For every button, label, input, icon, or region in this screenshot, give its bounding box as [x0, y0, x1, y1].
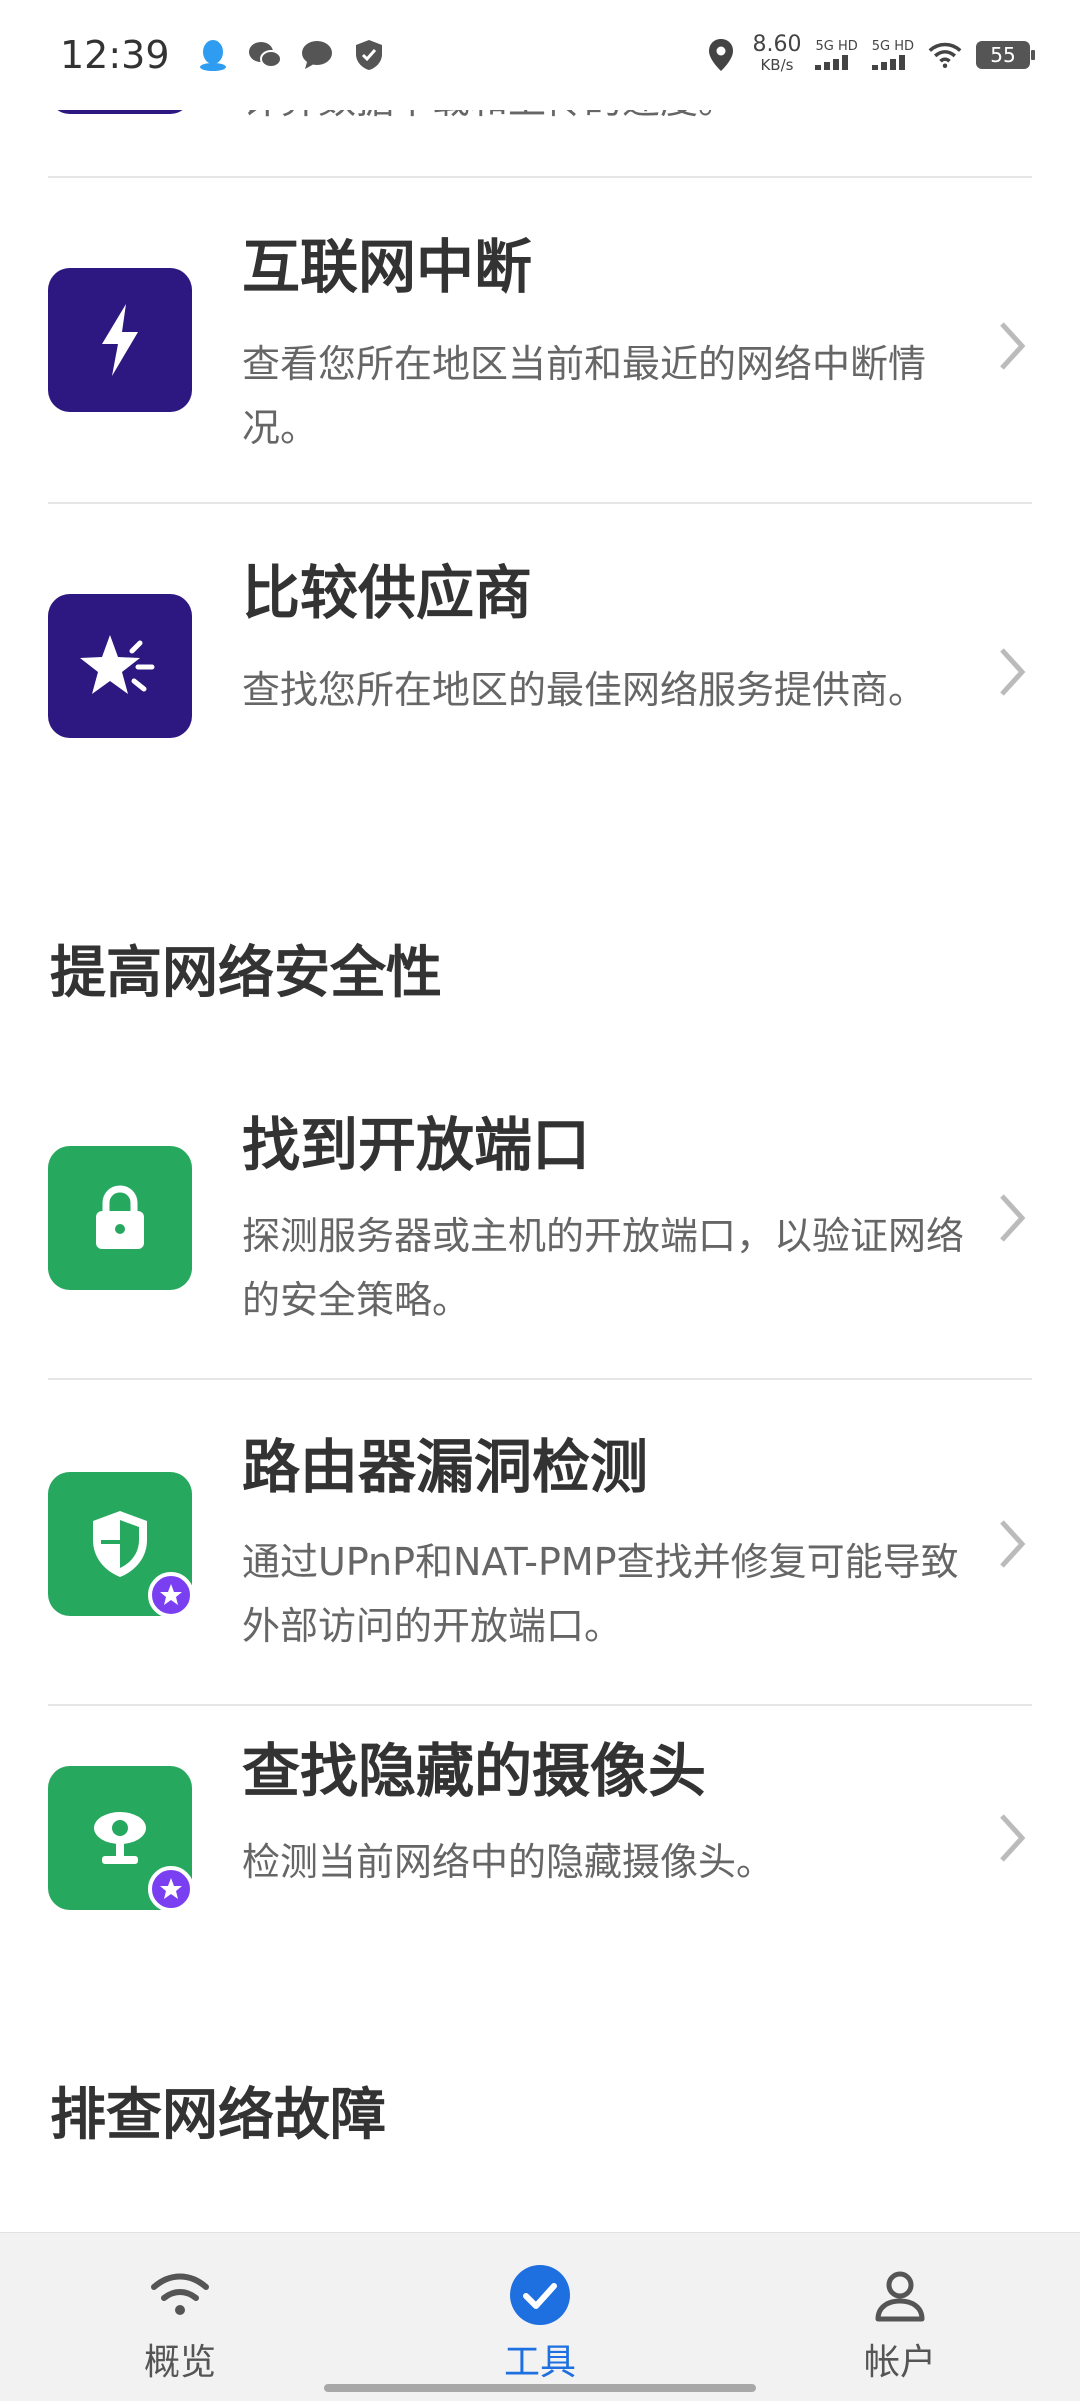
item-title: 互联网中断	[242, 233, 533, 301]
status-left: 12:39	[60, 33, 386, 77]
wifi-icon	[148, 2263, 212, 2327]
shield-icon	[48, 1472, 194, 1618]
nav-tab-tools[interactable]: 工具	[440, 2233, 640, 2401]
lightning-icon	[48, 268, 192, 412]
speed-unit: KB/s	[760, 56, 794, 74]
location-icon	[704, 38, 738, 72]
sim1-label: 5G HD	[815, 39, 858, 54]
item-description: 探测服务器或主机的开放端口，以验证网络的安全策略。	[242, 1214, 965, 1322]
chevron-right-icon	[1000, 1520, 1026, 1568]
star-compare-icon	[48, 594, 192, 738]
item-description: 查找您所在地区的最佳网络服务提供商。	[242, 668, 927, 712]
section-title-security: 提高网络安全性	[50, 941, 442, 1006]
speed-value: 8.60	[752, 32, 802, 57]
sim1-signal: 5G HD	[815, 39, 858, 70]
wechat-icon	[248, 38, 282, 72]
item-title: 查找隐藏的摄像头	[242, 1737, 707, 1805]
nav-label: 帐户	[863, 2342, 936, 2383]
list-item-compare-providers[interactable]: 比较供应商 查找您所在地区的最佳网络服务提供商。	[0, 534, 1080, 824]
item-title: 路由器漏洞检测	[242, 1433, 649, 1501]
list-item-internet-outage[interactable]: 互联网中断 查看您所在地区当前和最近的网络中断情况。	[0, 208, 1080, 498]
wifi-icon	[928, 38, 962, 72]
item-description: 检测当前网络中的隐藏摄像头。	[242, 1840, 775, 1884]
list-item-router-vulnerability[interactable]: 路由器漏洞检测 通过UPnP和NAT-PMP查找并修复可能导致外部访问的开放端口…	[0, 1410, 1080, 1700]
lock-icon	[48, 1146, 192, 1290]
item-description: 查看您所在地区当前和最近的网络中断情况。	[242, 342, 927, 450]
message-icon	[300, 38, 334, 72]
premium-star-icon	[148, 1572, 194, 1618]
divider	[48, 1704, 1032, 1706]
divider	[48, 1378, 1032, 1380]
nav-tab-account[interactable]: 帐户	[800, 2233, 1000, 2401]
item-description: 通过UPnP和NAT-PMP查找并修复可能导致外部访问的开放端口。	[242, 1540, 959, 1648]
divider	[48, 176, 1032, 178]
chevron-right-icon	[1000, 1194, 1026, 1242]
home-indicator[interactable]	[324, 2384, 756, 2392]
chevron-right-icon	[1000, 1814, 1026, 1862]
chevron-right-icon	[1000, 322, 1026, 370]
check-circle-icon	[508, 2263, 572, 2327]
qq-icon	[196, 38, 230, 72]
network-speed: 8.60 KB/s	[752, 32, 802, 75]
chevron-right-icon	[1000, 648, 1026, 696]
user-icon	[868, 2263, 932, 2327]
section-title-troubleshoot: 排查网络故障	[50, 2083, 386, 2148]
item-title: 找到开放端口	[242, 1111, 591, 1179]
divider	[48, 502, 1032, 504]
premium-star-icon	[148, 1866, 194, 1912]
item-title: 比较供应商	[242, 559, 533, 627]
status-bar: 12:39 8.60 KB/s 5G HD 5G HD 55	[0, 0, 1080, 110]
list-item-open-ports[interactable]: 找到开放端口 探测服务器或主机的开放端口，以验证网络的安全策略。	[0, 1104, 1080, 1374]
status-right: 8.60 KB/s 5G HD 5G HD 55	[704, 32, 1035, 75]
nav-label: 概览	[143, 2342, 216, 2383]
nav-label: 工具	[503, 2342, 576, 2383]
nav-tab-overview[interactable]: 概览	[80, 2233, 280, 2401]
list-item-hidden-cameras[interactable]: 查找隐藏的摄像头 检测当前网络中的隐藏摄像头。	[0, 1736, 1080, 1966]
battery-icon: 55	[976, 41, 1035, 69]
camera-icon	[48, 1766, 194, 1912]
shield-status-icon	[352, 38, 386, 72]
sim2-label: 5G HD	[871, 39, 914, 54]
signal-bars-icon	[815, 54, 849, 70]
signal-bars-icon	[871, 54, 905, 70]
sim2-signal: 5G HD	[871, 39, 914, 70]
bottom-navigation: 概览 工具 帐户	[0, 2232, 1080, 2401]
status-time: 12:39	[60, 33, 170, 77]
